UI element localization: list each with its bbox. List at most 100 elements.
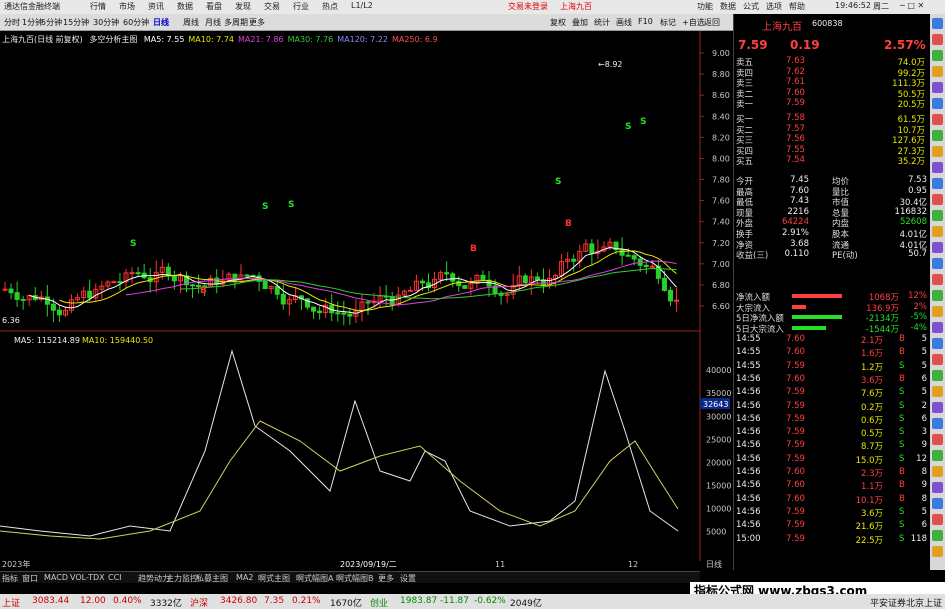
ask-row[interactable]: 卖四 7.62 99.2万: [734, 67, 931, 79]
stat-row[interactable]: 最低 7.43 市值 30.4亿: [734, 196, 931, 208]
util-1[interactable]: 数据: [720, 1, 736, 12]
menu-3[interactable]: 数据: [177, 1, 193, 12]
tick-row[interactable]: 14:55 7.60 1.6万 B 5: [734, 347, 931, 359]
tick-row[interactable]: 14:56 7.59 3.6万 S 5: [734, 507, 931, 519]
sidebar-tool-icon[interactable]: [932, 498, 943, 509]
sidebar-tool-icon[interactable]: [932, 514, 943, 525]
indicator-tab-10[interactable]: 啊式幅图A: [296, 573, 333, 584]
menu-2[interactable]: 资讯: [148, 1, 164, 12]
sidebar-tool-icon[interactable]: [932, 290, 943, 301]
tick-row[interactable]: 14:56 7.59 8.7万 S 9: [734, 440, 931, 452]
util-2[interactable]: 公式: [743, 1, 759, 12]
period-7[interactable]: 周线: [183, 17, 199, 28]
tick-row[interactable]: 14:56 7.60 2.3万 B 8: [734, 467, 931, 479]
indicator-tab-12[interactable]: 更多: [378, 573, 394, 584]
toolbar-btn-7[interactable]: 返回: [704, 17, 720, 28]
period-10[interactable]: 更多: [249, 17, 265, 28]
period-5[interactable]: 60分钟: [123, 17, 149, 28]
util-3[interactable]: 选项: [766, 1, 782, 12]
sidebar-tool-icon[interactable]: [932, 306, 943, 317]
strategy-name[interactable]: 多空分析主图: [89, 35, 137, 44]
toolbar-btn-3[interactable]: 画线: [616, 17, 632, 28]
stat-row[interactable]: 最高 7.60 量比 0.95: [734, 186, 931, 198]
period-1[interactable]: 1分钟: [22, 17, 43, 28]
sidebar-tool-icon[interactable]: [932, 98, 943, 109]
sidebar-tool-icon[interactable]: [932, 354, 943, 365]
tick-row[interactable]: 14:56 7.59 21.6万 S 6: [734, 520, 931, 532]
sidebar-tool-icon[interactable]: [932, 402, 943, 413]
ask-row[interactable]: 卖五 7.63 74.0万: [734, 56, 931, 68]
menu-1[interactable]: 市场: [119, 1, 135, 12]
indicator-tab-9[interactable]: 啊式主图: [258, 573, 290, 584]
menu-7[interactable]: 行业: [293, 1, 309, 12]
sidebar-tool-icon[interactable]: [932, 546, 943, 557]
sidebar-tool-icon[interactable]: [932, 210, 943, 221]
sidebar-tool-icon[interactable]: [932, 50, 943, 61]
bid-row[interactable]: 买五 7.54 35.2万: [734, 155, 931, 167]
toolbar-btn-5[interactable]: 标记: [660, 17, 676, 28]
indicator-tab-4[interactable]: CCI: [108, 573, 122, 582]
period-9[interactable]: 多周期: [224, 17, 248, 28]
sidebar-tool-icon[interactable]: [932, 146, 943, 157]
sidebar-tool-icon[interactable]: [932, 82, 943, 93]
toolbar-btn-4[interactable]: F10: [638, 17, 653, 26]
login-status[interactable]: 交易未登录: [508, 1, 548, 12]
sidebar-tool-icon[interactable]: [932, 338, 943, 349]
sidebar-tool-icon[interactable]: [932, 226, 943, 237]
period-6[interactable]: 日线: [153, 17, 169, 28]
flow-row[interactable]: 净流入额 1068万 12%: [734, 291, 931, 303]
sidebar-tool-icon[interactable]: [932, 178, 943, 189]
indicator-tab-2[interactable]: MACD: [44, 573, 68, 582]
stat-row[interactable]: 换手 2.91% 股本 4.01亿: [734, 228, 931, 240]
kline-chart-area[interactable]: 9.00 8.80 8.60 8.40 8.20 8.00 7.80 7.60 7.40 7.20…: [0, 31, 733, 571]
stat-row[interactable]: 净资 3.68 流通 4.01亿: [734, 239, 931, 251]
toolbar-btn-1[interactable]: 叠加: [572, 17, 588, 28]
kline-svg[interactable]: 9.00 8.80 8.60 8.40 8.20 8.00 7.80 7.60 7.40 7.20…: [0, 31, 733, 571]
indicator-tab-3[interactable]: VOL-TDX: [70, 573, 105, 582]
menu-6[interactable]: 交易: [264, 1, 280, 12]
sidebar-tool-icon[interactable]: [932, 530, 943, 541]
bid-row[interactable]: 买二 7.57 10.7万: [734, 124, 931, 136]
tick-row[interactable]: 14:56 7.59 15.0万 S 12: [734, 454, 931, 466]
tick-row[interactable]: 14:56 7.59 7.6万 S 5: [734, 387, 931, 399]
sidebar-tool-icon[interactable]: [932, 34, 943, 45]
util-0[interactable]: 功能: [697, 1, 713, 12]
period-3[interactable]: 15分钟: [63, 17, 89, 28]
tick-row[interactable]: 14:56 7.60 3.6万 B 6: [734, 374, 931, 386]
indicator-tab-8[interactable]: MA2: [236, 573, 253, 582]
menu-9[interactable]: L1/L2: [351, 1, 373, 10]
tick-row[interactable]: 14:56 7.59 0.6万 S 6: [734, 414, 931, 426]
bid-row[interactable]: 买三 7.56 127.6万: [734, 134, 931, 146]
tick-row[interactable]: 14:55 7.60 2.1万 B 5: [734, 334, 931, 346]
indicator-tab-13[interactable]: 设置: [400, 573, 416, 584]
sidebar-tool-icon[interactable]: [932, 18, 943, 29]
sidebar-tool-icon[interactable]: [932, 450, 943, 461]
sidebar-tool-icon[interactable]: [932, 162, 943, 173]
menu-8[interactable]: 热点: [322, 1, 338, 12]
toolbar-btn-6[interactable]: +自选: [682, 17, 705, 28]
util-4[interactable]: 帮助: [789, 1, 805, 12]
toolbar-btn-2[interactable]: 统计: [594, 17, 610, 28]
sidebar-tool-icon[interactable]: [932, 418, 943, 429]
flow-row[interactable]: 大宗流入 136.9万 2%: [734, 302, 931, 314]
period-4[interactable]: 30分钟: [93, 17, 119, 28]
sidebar-tool-icon[interactable]: [932, 370, 943, 381]
tick-row[interactable]: 14:56 7.59 0.2万 S 2: [734, 401, 931, 413]
tick-row[interactable]: 14:55 7.59 1.2万 S 5: [734, 361, 931, 373]
sidebar-tool-icon[interactable]: [932, 466, 943, 477]
stat-row[interactable]: 现量 2216 总量 116832: [734, 207, 931, 219]
tick-row[interactable]: 14:56 7.60 1.1万 B 9: [734, 480, 931, 492]
tick-row[interactable]: 14:56 7.59 0.5万 S 3: [734, 427, 931, 439]
menu-4[interactable]: 看盘: [206, 1, 222, 12]
sidebar-tool-icon[interactable]: [932, 242, 943, 253]
ask-row[interactable]: 卖三 7.61 111.3万: [734, 77, 931, 89]
sidebar-tool-icon[interactable]: [932, 194, 943, 205]
flow-row[interactable]: 5日净流入额 -2134万 -5%: [734, 312, 931, 324]
tick-row[interactable]: 14:56 7.60 10.1万 B 8: [734, 494, 931, 506]
sidebar-tool-icon[interactable]: [932, 322, 943, 333]
menu-0[interactable]: 行情: [90, 1, 106, 12]
period-2[interactable]: 5分钟: [41, 17, 62, 28]
tick-row[interactable]: 15:00 7.59 22.5万 S 118: [734, 534, 931, 546]
sidebar-tool-icon[interactable]: [932, 130, 943, 141]
ask-row[interactable]: 卖一 7.59 20.5万: [734, 98, 931, 110]
